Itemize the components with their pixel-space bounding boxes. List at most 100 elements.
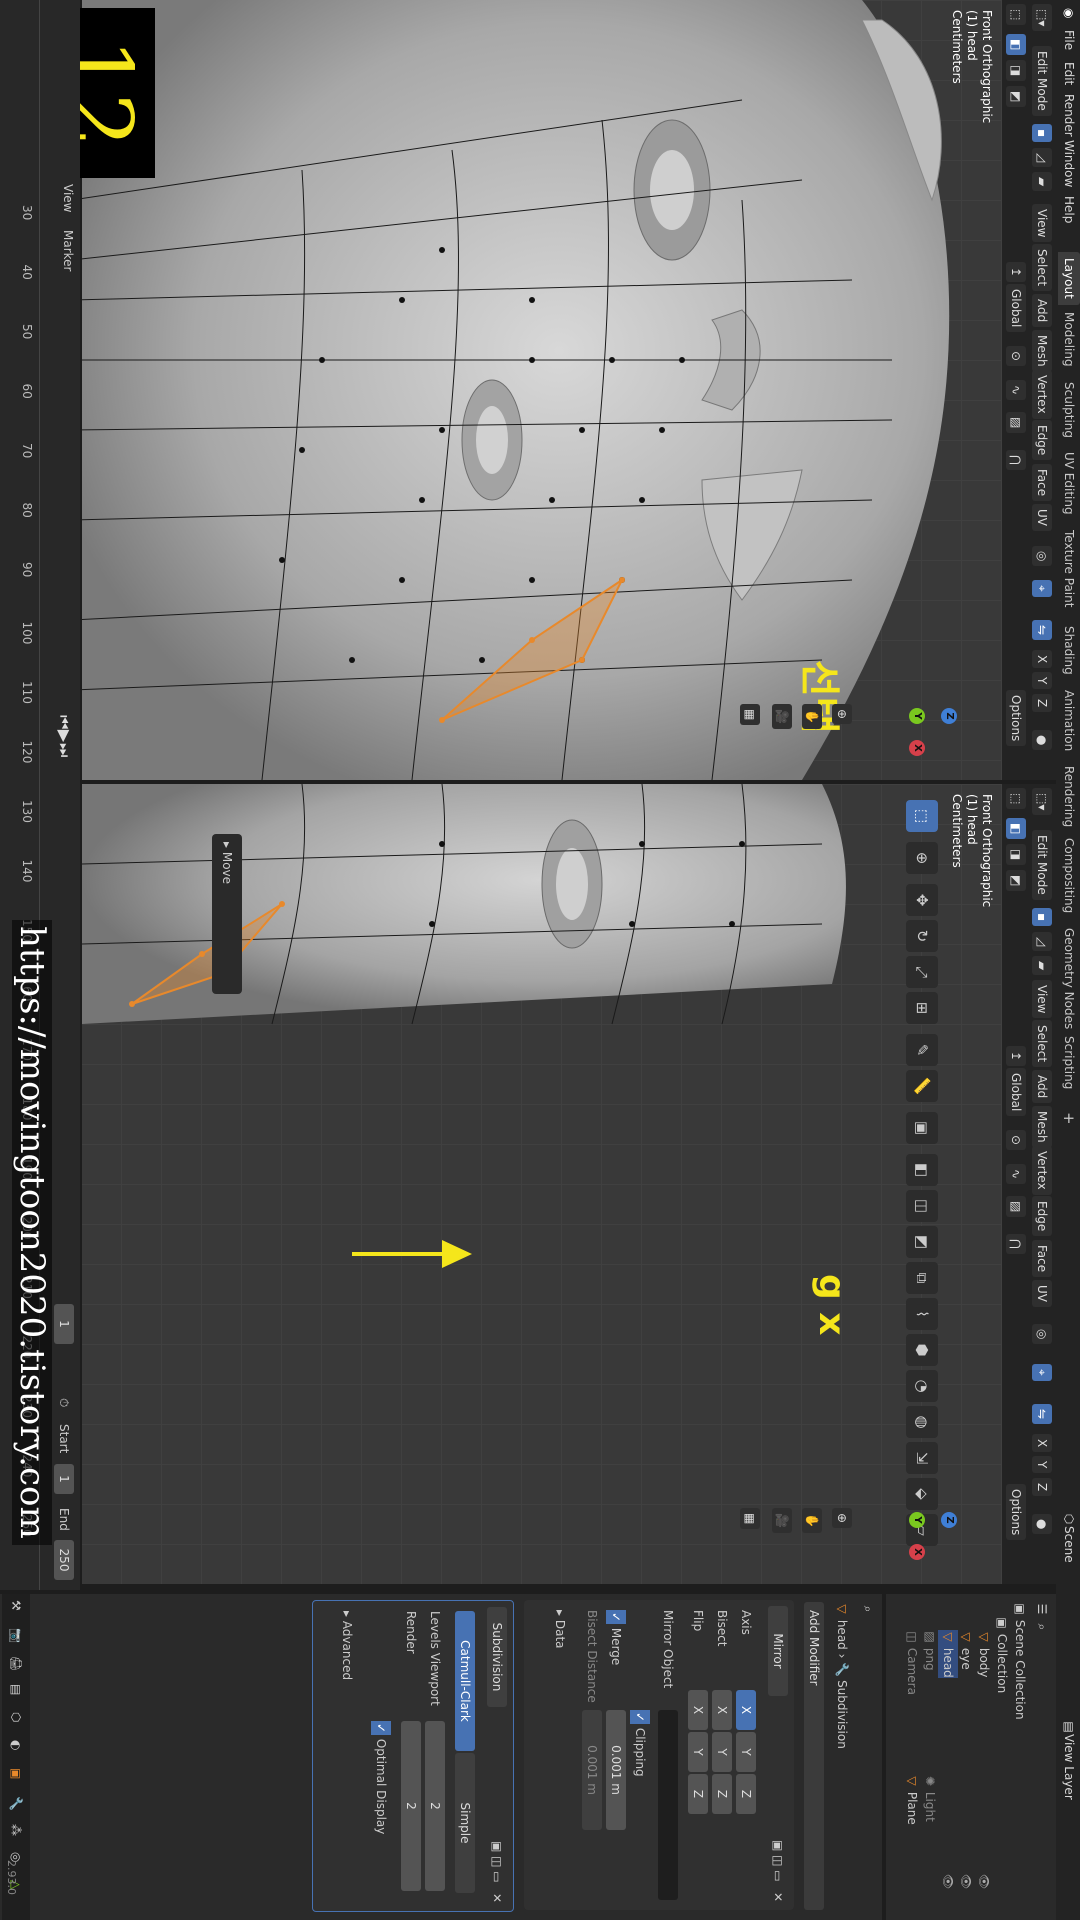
mirror-object-field[interactable] — [658, 1710, 678, 1900]
object-tab-icon[interactable]: ▣ — [6, 1768, 26, 1779]
vertex-select-icon[interactable]: ▪ — [1032, 908, 1052, 927]
properties-search[interactable]: ⌕ — [858, 1602, 878, 1616]
properties-editor[interactable]: ⌕ ▽ head › 🔧 Subdivision Add Modifier Mi… — [0, 1594, 882, 1920]
menu-vertex[interactable]: Vertex — [1032, 370, 1052, 419]
camera-view-icon[interactable]: 🎥 — [772, 704, 792, 729]
mode-set-icon[interactable]: ◧ — [1006, 34, 1026, 56]
bisect-z[interactable]: Z — [712, 1774, 732, 1814]
tab-rendering[interactable]: Rendering — [1058, 766, 1080, 827]
knife-tool-icon[interactable]: ⌇ — [906, 1298, 938, 1330]
outliner-item-plane[interactable]: ▽ Plane — [902, 1774, 922, 1824]
outliner-item-head[interactable]: ▽ head — [938, 1630, 958, 1678]
optimal-display-checkbox[interactable]: ✓ Optimal Display — [371, 1721, 391, 1834]
edge-select-icon[interactable]: ◿ — [1032, 932, 1052, 952]
mode-extend-icon[interactable]: ◨ — [1006, 844, 1026, 866]
menu-select[interactable]: Select — [1032, 1020, 1052, 1068]
catmull-clark-button[interactable]: Catmull-Clark — [455, 1611, 475, 1751]
flip-y[interactable]: Y — [688, 1732, 708, 1772]
menu-render[interactable]: Render — [1058, 94, 1080, 137]
flip-z[interactable]: Z — [688, 1774, 708, 1814]
mode-set-icon[interactable]: ◧ — [1006, 818, 1026, 840]
view-layer-selector[interactable]: ▤View Layer — [1058, 1720, 1080, 1799]
jump-start-icon[interactable]: ⏮ — [54, 715, 74, 729]
flip-x[interactable]: X — [688, 1690, 708, 1730]
outliner-item-light[interactable]: ✺ Light — [920, 1774, 940, 1822]
camera-view-icon[interactable]: 🎥 — [772, 1508, 792, 1533]
mirror-toggle-icon[interactable]: ⇋ — [1032, 1404, 1052, 1425]
menu-window[interactable]: Window — [1058, 140, 1080, 187]
pivot-icon[interactable]: ⊙ — [1006, 346, 1026, 367]
add-modifier-button[interactable]: Add Modifier — [804, 1602, 824, 1910]
filter-icon[interactable]: ⌕ — [1032, 1620, 1052, 1634]
tab-compositing[interactable]: Compositing — [1058, 838, 1080, 913]
outliner-editor-icon[interactable]: ☰ — [1032, 1602, 1052, 1616]
tab-sculpting[interactable]: Sculpting — [1058, 382, 1080, 438]
bisect-distance-field[interactable]: 0.001 m — [582, 1710, 602, 1830]
gizmo-x-axis[interactable]: X — [909, 1544, 925, 1560]
current-frame-field[interactable]: 1 — [54, 1304, 74, 1344]
proportional-edit-icon[interactable]: ◎ — [1032, 1324, 1052, 1345]
bisect-y[interactable]: Y — [712, 1732, 732, 1772]
snap-target-icon[interactable]: ∿ — [1006, 1164, 1026, 1185]
zoom-icon[interactable]: ⊕ — [832, 1508, 852, 1529]
merge-checkbox[interactable]: ✓ Merge — [606, 1610, 626, 1665]
spin-tool-icon[interactable]: ◔ — [906, 1370, 938, 1402]
mirror-toggle-icon[interactable]: ⇋ — [1032, 620, 1052, 641]
axis-y-toggle[interactable]: Y — [1032, 672, 1052, 690]
outliner-item-eye[interactable]: ▽ eye — [956, 1630, 976, 1669]
edge-slide-tool-icon[interactable]: ⇲ — [906, 1442, 938, 1474]
timeline-menu-marker[interactable]: Marker — [58, 230, 78, 271]
output-tab-icon[interactable]: 🖨 — [6, 1656, 26, 1671]
close-icon[interactable]: ✕ — [487, 1893, 507, 1903]
menu-add[interactable]: Add — [1032, 294, 1052, 328]
mirror-axis-z[interactable]: Z — [736, 1774, 756, 1814]
bisect-x[interactable]: X — [712, 1690, 732, 1730]
timeline-menu-view[interactable]: View — [58, 184, 78, 212]
menu-select[interactable]: Select — [1032, 244, 1052, 292]
menu-view[interactable]: View — [1032, 980, 1052, 1019]
gizmo-z-axis[interactable]: Z — [941, 1512, 957, 1528]
menu-vertex[interactable]: Vertex — [1032, 1146, 1052, 1195]
visibility-eye-icon[interactable]: 👁 — [938, 1874, 958, 1889]
mode-subtract-icon[interactable]: ◩ — [1006, 86, 1026, 108]
navigation-gizmo[interactable]: Y Z X — [877, 1480, 957, 1560]
bevel-tool-icon[interactable]: ◩ — [906, 1226, 938, 1258]
scene-collection-row[interactable]: ▣ Scene Collection — [1010, 1602, 1030, 1719]
collection-row[interactable]: ▣ Collection — [992, 1616, 1012, 1693]
proportional-falloff-icon[interactable]: ⋂ — [1006, 450, 1026, 470]
mirror-name-field[interactable]: Mirror — [768, 1606, 788, 1696]
clipping-checkbox[interactable]: ✓ Clipping — [630, 1710, 650, 1777]
menu-mesh[interactable]: Mesh — [1032, 330, 1052, 372]
world-tab-icon[interactable]: ◐ — [6, 1740, 26, 1750]
viewport1[interactable]: Front Orthographic (1) head Centimeters … — [82, 0, 1002, 780]
zoom-icon[interactable]: ⊕ — [832, 704, 852, 725]
axis-x-toggle[interactable]: X — [1032, 1434, 1052, 1453]
options-dropdown[interactable]: Options — [1006, 1484, 1026, 1541]
menu-help[interactable]: Help — [1058, 196, 1080, 223]
loop-cut-tool-icon[interactable]: ⧉ — [906, 1262, 938, 1294]
data-subpanel-header[interactable]: ▸ Data — [550, 1610, 570, 1649]
scene-selector[interactable]: ⬡Scene — [1058, 1512, 1080, 1563]
editor-type-icon[interactable]: ⬚▾ — [1032, 4, 1052, 32]
outliner[interactable]: ☰ ⌕ ▣ Scene Collection ▣ Collection ▽ bo… — [886, 1594, 1056, 1920]
end-frame-field[interactable]: 250 — [54, 1540, 74, 1580]
menu-add[interactable]: Add — [1032, 1070, 1052, 1104]
vertex-select-icon[interactable]: ▪ — [1032, 124, 1052, 143]
axis-z-toggle[interactable]: Z — [1032, 694, 1052, 713]
start-frame-field[interactable]: 1 — [54, 1464, 74, 1494]
operator-panel[interactable]: ▸ Move — [212, 834, 242, 994]
mode-extend-icon[interactable]: ◨ — [1006, 60, 1026, 82]
editor-type-icon[interactable]: ⬚▾ — [1032, 788, 1052, 816]
visibility-eye-icon[interactable]: 👁 — [956, 1874, 976, 1889]
measure-tool-icon[interactable]: 📏 — [906, 1070, 938, 1102]
tab-texture-paint[interactable]: Texture Paint — [1058, 530, 1080, 607]
simple-button[interactable]: Simple — [455, 1753, 475, 1893]
gizmo-y-axis[interactable]: Y — [909, 708, 925, 724]
mirror-toggle-icons[interactable]: ▣ ◫ ▭ — [768, 1840, 788, 1882]
outliner-item-body[interactable]: ▽ body — [974, 1630, 994, 1677]
subdivision-toggle-icons[interactable]: ▣ ◫ ▭ — [487, 1841, 507, 1883]
tool-tab-icon[interactable]: ⚒ — [6, 1600, 26, 1611]
pan-icon[interactable]: ✋ — [802, 1508, 822, 1533]
tab-animation[interactable]: Animation — [1058, 690, 1080, 751]
snap-element-icon[interactable]: ▨ — [1006, 412, 1026, 434]
